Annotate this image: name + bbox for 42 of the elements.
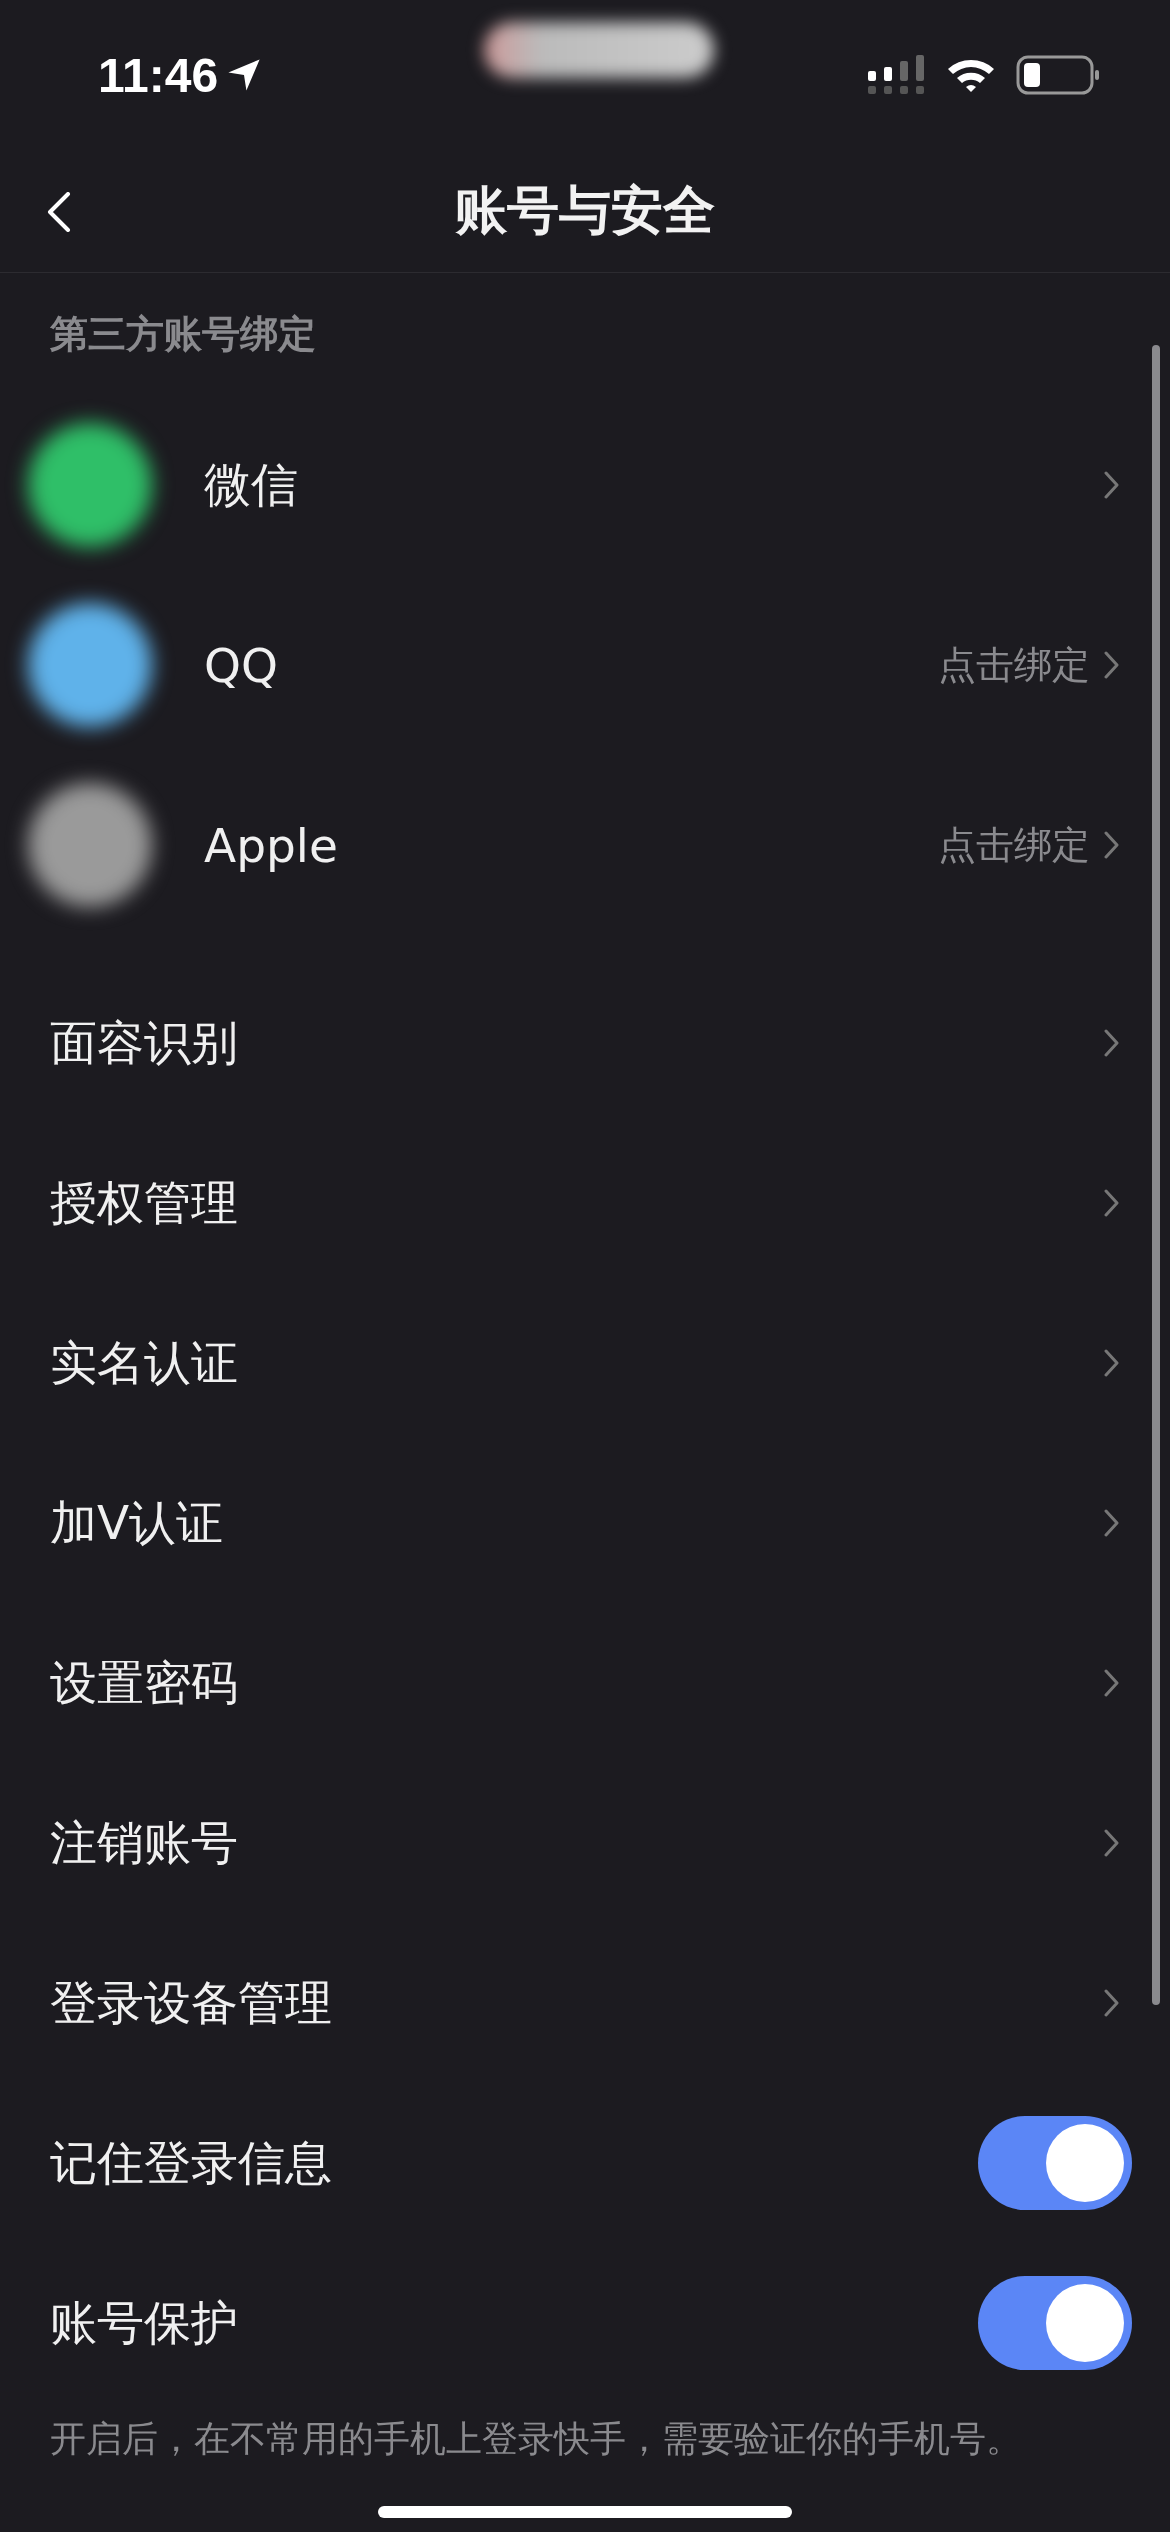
chevron-icon [1104, 651, 1120, 679]
row-label: 账号保护 [50, 2293, 238, 2352]
row-label: 登录设备管理 [50, 1973, 332, 2032]
location-icon [226, 57, 263, 93]
chevron-icon [1104, 1989, 1120, 2017]
footer-note: 开启后，在不常用的手机上登录快手，需要验证你的手机号。 [50, 2417, 1022, 2461]
settings-row[interactable]: 实名认证 [0, 1283, 1170, 1443]
settings-row[interactable]: 面容识别 [0, 963, 1170, 1123]
row-label: 设置密码 [50, 1653, 238, 1712]
chevron-icon [1104, 1349, 1120, 1377]
page-title: 账号与安全 [455, 179, 715, 242]
row-label: 记住登录信息 [50, 2133, 332, 2192]
chevron-icon [1104, 1669, 1120, 1697]
settings-row[interactable]: 设置密码 [0, 1603, 1170, 1763]
row-label: 实名认证 [50, 1333, 238, 1392]
row-label: 注销账号 [50, 1813, 238, 1872]
settings-row[interactable]: 登录设备管理 [0, 1923, 1170, 2083]
section-header: 第三方账号绑定 [49, 311, 317, 358]
account-binding-row[interactable]: 微信 [0, 395, 1170, 575]
chevron-icon [1104, 1029, 1120, 1057]
chevron-icon [1104, 471, 1120, 499]
status-time: 11:46 [98, 47, 219, 103]
settings-row[interactable]: 加V认证 [0, 1443, 1170, 1603]
row-label: 加V认证 [50, 1493, 224, 1552]
chevron-icon [1104, 1509, 1120, 1537]
row-label: QQ [204, 637, 278, 693]
chevron-icon [1104, 1829, 1120, 1857]
bind-label: 点击绑定 [938, 821, 1090, 869]
chevron-icon [1104, 1189, 1120, 1217]
battery-icon [1016, 55, 1100, 95]
settings-row[interactable]: 注销账号 [0, 1763, 1170, 1923]
row-label: 面容识别 [50, 1013, 238, 1072]
chevron-icon [1104, 831, 1120, 859]
bind-label: 点击绑定 [938, 641, 1090, 689]
account-binding-row[interactable]: Apple 点击绑定 [0, 755, 1170, 935]
signal-icon [866, 55, 926, 95]
blurred-pill-icon [484, 22, 714, 78]
row-label: 微信 [204, 455, 298, 514]
row-label: Apple [204, 817, 338, 873]
settings-row[interactable]: 授权管理 [0, 1123, 1170, 1283]
account-binding-row[interactable]: QQ 点击绑定 [0, 575, 1170, 755]
row-label: 授权管理 [50, 1173, 238, 1232]
